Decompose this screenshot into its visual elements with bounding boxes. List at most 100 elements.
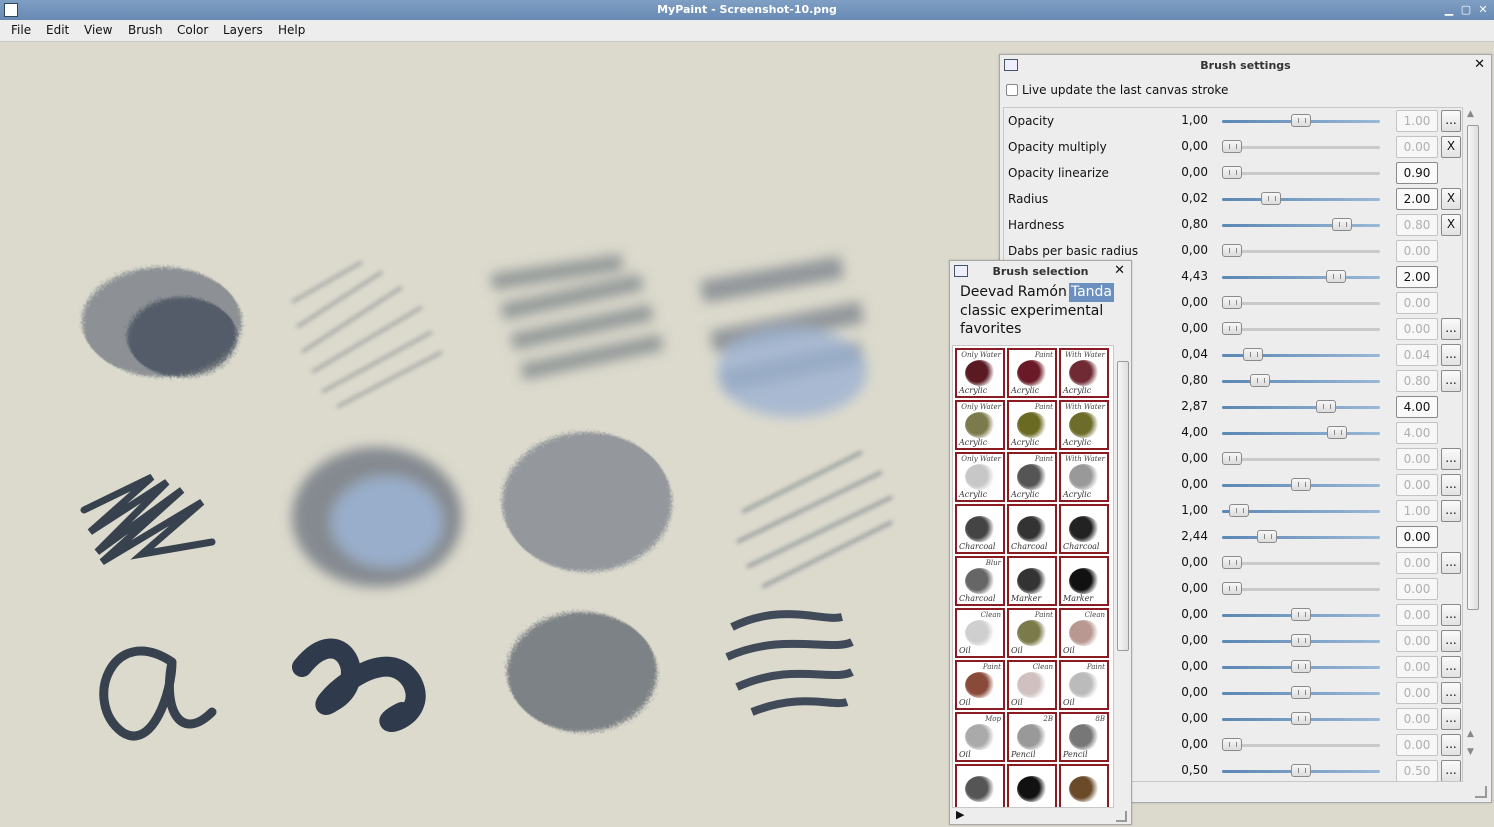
setting-slider-thumb[interactable] [1243, 348, 1263, 361]
brush-tile[interactable]: Only Water Acrylic [955, 452, 1005, 502]
setting-slider-track[interactable] [1222, 744, 1380, 747]
setting-curve-button[interactable]: ... [1441, 734, 1461, 756]
setting-curve-button[interactable]: ... [1441, 760, 1461, 781]
setting-base-value-field[interactable]: 0.00 [1396, 136, 1438, 158]
setting-base-value-field[interactable]: 0.50 [1396, 760, 1438, 781]
menu-layers[interactable]: Layers [223, 23, 263, 37]
brush-tile[interactable]: Charcoal [955, 504, 1005, 554]
brush-grid-scroll-thumb[interactable] [1117, 361, 1129, 651]
setting-slider-track[interactable] [1222, 588, 1380, 591]
resize-grip-icon[interactable] [1475, 786, 1487, 798]
menu-edit[interactable]: Edit [46, 23, 69, 37]
setting-base-value-field[interactable]: 0.00 [1396, 604, 1438, 626]
setting-slider-thumb[interactable] [1250, 374, 1270, 387]
setting-base-value-field[interactable]: 1.00 [1396, 110, 1438, 132]
setting-base-value-field[interactable]: 0.00 [1396, 448, 1438, 470]
setting-slider-thumb[interactable] [1291, 764, 1311, 777]
brush-tile[interactable] [1007, 764, 1057, 807]
brush-settings-scrollbar[interactable]: ▲ ▲ ▼ [1465, 107, 1481, 782]
setting-base-value-field[interactable]: 0.80 [1396, 370, 1438, 392]
setting-base-value-field[interactable]: 0.00 [1396, 474, 1438, 496]
setting-curve-button[interactable]: ... [1441, 344, 1461, 366]
brush-tile[interactable]: Paint Oil [1059, 660, 1109, 710]
setting-slider-thumb[interactable] [1291, 712, 1311, 725]
brush-tile[interactable]: Marker [1059, 556, 1109, 606]
setting-slider-thumb[interactable] [1229, 504, 1249, 517]
setting-base-value-field[interactable]: 0.00 [1396, 682, 1438, 704]
setting-slider-thumb[interactable] [1222, 556, 1242, 569]
brush-group-tanda[interactable]: Tanda [1068, 283, 1114, 302]
brush-tile[interactable] [955, 764, 1005, 807]
brush-tile[interactable]: Paint Oil [955, 660, 1005, 710]
setting-slider-thumb[interactable] [1326, 270, 1346, 283]
setting-slider-thumb[interactable] [1222, 296, 1242, 309]
live-update-checkbox[interactable]: Live update the last canvas stroke [1006, 83, 1228, 97]
setting-slider-thumb[interactable] [1291, 608, 1311, 621]
brush-grid-scrollbar[interactable] [1116, 345, 1130, 808]
setting-base-value-field[interactable]: 0.80 [1396, 214, 1438, 236]
setting-slider-thumb[interactable] [1291, 478, 1311, 491]
brush-tile[interactable]: Clean Oil [1007, 660, 1057, 710]
setting-slider-thumb[interactable] [1261, 192, 1281, 205]
setting-curve-button[interactable]: ... [1441, 448, 1461, 470]
brush-tile[interactable]: With Water Acrylic [1059, 452, 1109, 502]
setting-base-value-field[interactable]: 0.00 [1396, 708, 1438, 730]
menu-color[interactable]: Color [177, 23, 208, 37]
setting-slider-thumb[interactable] [1222, 166, 1242, 179]
setting-slider-track[interactable] [1222, 302, 1380, 305]
setting-slider-thumb[interactable] [1222, 244, 1242, 257]
brush-tile[interactable]: Paint Acrylic [1007, 400, 1057, 450]
setting-base-value-field[interactable]: 1.00 [1396, 500, 1438, 522]
setting-slider-thumb[interactable] [1291, 634, 1311, 647]
setting-slider-thumb[interactable] [1291, 114, 1311, 127]
setting-curve-button[interactable]: ... [1441, 474, 1461, 496]
setting-base-value-field[interactable]: 0.00 [1396, 656, 1438, 678]
setting-slider-thumb[interactable] [1291, 660, 1311, 673]
setting-base-value-field[interactable]: 0.90 [1396, 162, 1438, 184]
setting-base-value-field[interactable]: 2.00 [1396, 266, 1438, 288]
setting-curve-button[interactable]: ... [1441, 110, 1461, 132]
setting-slider-track[interactable] [1222, 276, 1380, 279]
setting-slider-track[interactable] [1222, 224, 1380, 227]
menu-brush[interactable]: Brush [128, 23, 163, 37]
menu-file[interactable]: File [11, 23, 31, 37]
setting-slider-track[interactable] [1222, 406, 1380, 409]
setting-base-value-field[interactable]: 0.00 [1396, 630, 1438, 652]
brush-settings-close-button[interactable]: ✕ [1474, 57, 1485, 72]
setting-curve-button[interactable]: ... [1441, 500, 1461, 522]
brush-tile[interactable]: Blur Charcoal [955, 556, 1005, 606]
setting-curve-button[interactable]: ... [1441, 552, 1461, 574]
setting-base-value-field[interactable]: 0.00 [1396, 240, 1438, 262]
setting-slider-thumb[interactable] [1291, 686, 1311, 699]
setting-curve-button[interactable]: ... [1441, 656, 1461, 678]
setting-curve-button[interactable]: ... [1441, 370, 1461, 392]
brush-tile[interactable]: 2B Pencil [1007, 712, 1057, 762]
setting-slider-thumb[interactable] [1222, 322, 1242, 335]
setting-reset-button[interactable]: X [1441, 188, 1461, 210]
live-update-checkbox-box[interactable] [1006, 84, 1018, 96]
maximize-button[interactable]: ▢ [1458, 2, 1474, 18]
setting-slider-track[interactable] [1222, 172, 1380, 175]
setting-base-value-field[interactable]: 0.00 [1396, 292, 1438, 314]
setting-slider-track[interactable] [1222, 458, 1380, 461]
setting-slider-thumb[interactable] [1316, 400, 1336, 413]
setting-curve-button[interactable]: ... [1441, 604, 1461, 626]
scroll-down-arrow-icon[interactable]: ▼ [1467, 747, 1474, 757]
setting-slider-thumb[interactable] [1332, 218, 1352, 231]
setting-reset-button[interactable]: X [1441, 214, 1461, 236]
brush-tile[interactable]: With Water Acrylic [1059, 348, 1109, 398]
setting-slider-thumb[interactable] [1222, 738, 1242, 751]
setting-slider-thumb[interactable] [1222, 140, 1242, 153]
setting-slider-thumb[interactable] [1222, 582, 1242, 595]
scroll-up-arrow-icon[interactable]: ▲ [1467, 729, 1474, 739]
setting-slider-thumb[interactable] [1257, 530, 1277, 543]
brush-tile[interactable]: 8B Pencil [1059, 712, 1109, 762]
brush-tile[interactable]: Clean Oil [955, 608, 1005, 658]
scroll-up-arrow-icon[interactable]: ▲ [1467, 109, 1474, 119]
setting-base-value-field[interactable]: 4.00 [1396, 422, 1438, 444]
setting-slider-track[interactable] [1222, 328, 1380, 331]
setting-base-value-field[interactable]: 0.04 [1396, 344, 1438, 366]
setting-slider-track[interactable] [1222, 146, 1380, 149]
brush-tile[interactable]: Marker [1007, 556, 1057, 606]
brush-tile[interactable]: Paint Acrylic [1007, 348, 1057, 398]
